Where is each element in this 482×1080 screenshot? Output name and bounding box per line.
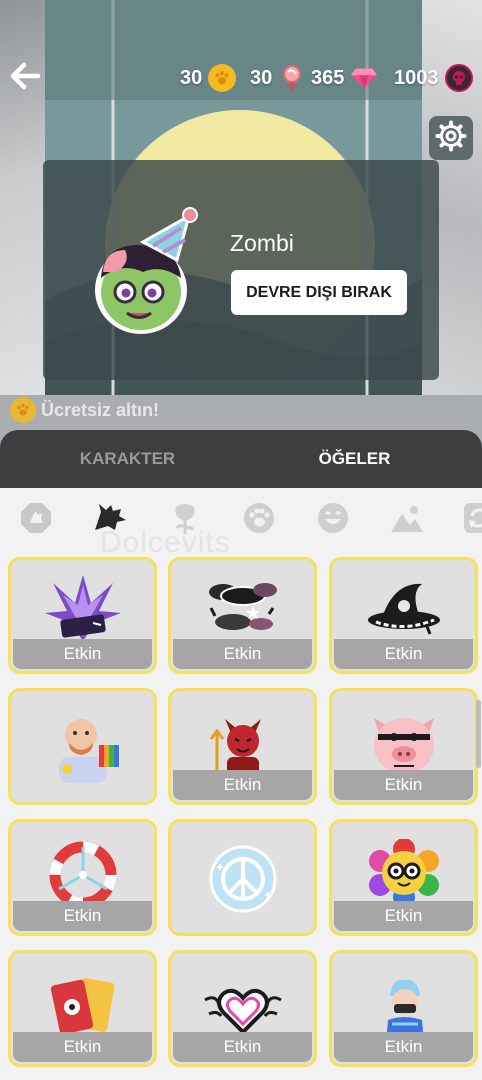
candy-counter[interactable]: 30 [250,62,306,94]
tab-items[interactable]: ÖĞELER [267,430,442,488]
item-card[interactable]: Etkin [329,819,478,936]
witch-hat-icon [332,568,475,648]
active-badge: Etkin [334,639,473,669]
peace-snowflake-icon [171,840,314,920]
deactivate-button[interactable]: DEVRE DIŞI BIRAK [231,270,407,315]
scrollbar[interactable] [476,700,481,768]
item-card[interactable]: Etkin [8,557,157,674]
gems-value: 365 [311,66,345,89]
paw-coin-icon [10,397,36,423]
tab-bar: KARAKTER ÖĞELER [0,430,482,488]
gold-counter[interactable]: 30 [180,62,237,94]
rose-icon[interactable] [168,501,202,535]
crystal-book-icon [11,568,154,648]
arrow-left-icon[interactable] [8,58,44,94]
active-badge: Etkin [13,1032,152,1062]
active-badge: Etkin [173,1032,312,1062]
category-row: Dolcevits [0,488,482,559]
refresh-icon[interactable] [462,501,482,535]
character-name: Zombi [230,230,294,256]
active-badge: Etkin [173,770,312,800]
active-badge: Etkin [173,639,312,669]
skulls-counter[interactable]: 1003 [394,62,473,94]
gems-counter[interactable]: 365 [311,62,378,94]
lollipop-icon [278,64,306,92]
item-card[interactable] [8,688,157,805]
candy-value: 30 [250,66,273,89]
items-content: Dolcevits Etkin Etkin Etkin Etkin Etkin … [0,488,482,1080]
paw-icon[interactable] [242,501,276,535]
free-gold-link[interactable]: Ücretsiz altın! [10,397,159,423]
settings-button[interactable] [429,116,473,160]
item-card[interactable]: Etkin [329,557,478,674]
item-card[interactable]: Etkin [329,688,478,805]
stop-sign-icon[interactable] [19,501,53,535]
active-badge: Etkin [334,1032,473,1062]
character-panel: Zombi DEVRE DIŞI BIRAK [43,160,439,380]
item-card[interactable]: Etkin [168,557,317,674]
dark-clouds-icon [171,568,314,648]
smile-icon[interactable] [316,501,350,535]
item-card[interactable]: Etkin [329,950,478,1067]
gear-icon [435,120,467,157]
bald-man-rainbow-icon [11,705,154,785]
skulls-value: 1003 [394,66,439,89]
tab-character[interactable]: KARAKTER [40,430,215,488]
item-card[interactable]: Etkin [8,950,157,1067]
free-gold-label: Ücretsiz altın! [41,399,160,420]
paw-coin-icon [208,64,237,92]
active-badge: Etkin [13,639,152,669]
skull-coin-icon [444,64,473,92]
item-card[interactable]: Etkin [168,688,317,805]
item-card[interactable]: Etkin [8,819,157,936]
gem-icon [350,64,378,92]
active-badge: Etkin [13,901,152,931]
zombie-avatar [91,200,203,340]
landscape-icon[interactable] [390,501,424,535]
active-badge: Etkin [334,770,473,800]
wolf-icon[interactable] [93,501,127,535]
gold-value: 30 [180,66,203,89]
active-badge: Etkin [334,901,473,931]
item-card[interactable] [168,819,317,936]
item-card[interactable]: Etkin [168,950,317,1067]
